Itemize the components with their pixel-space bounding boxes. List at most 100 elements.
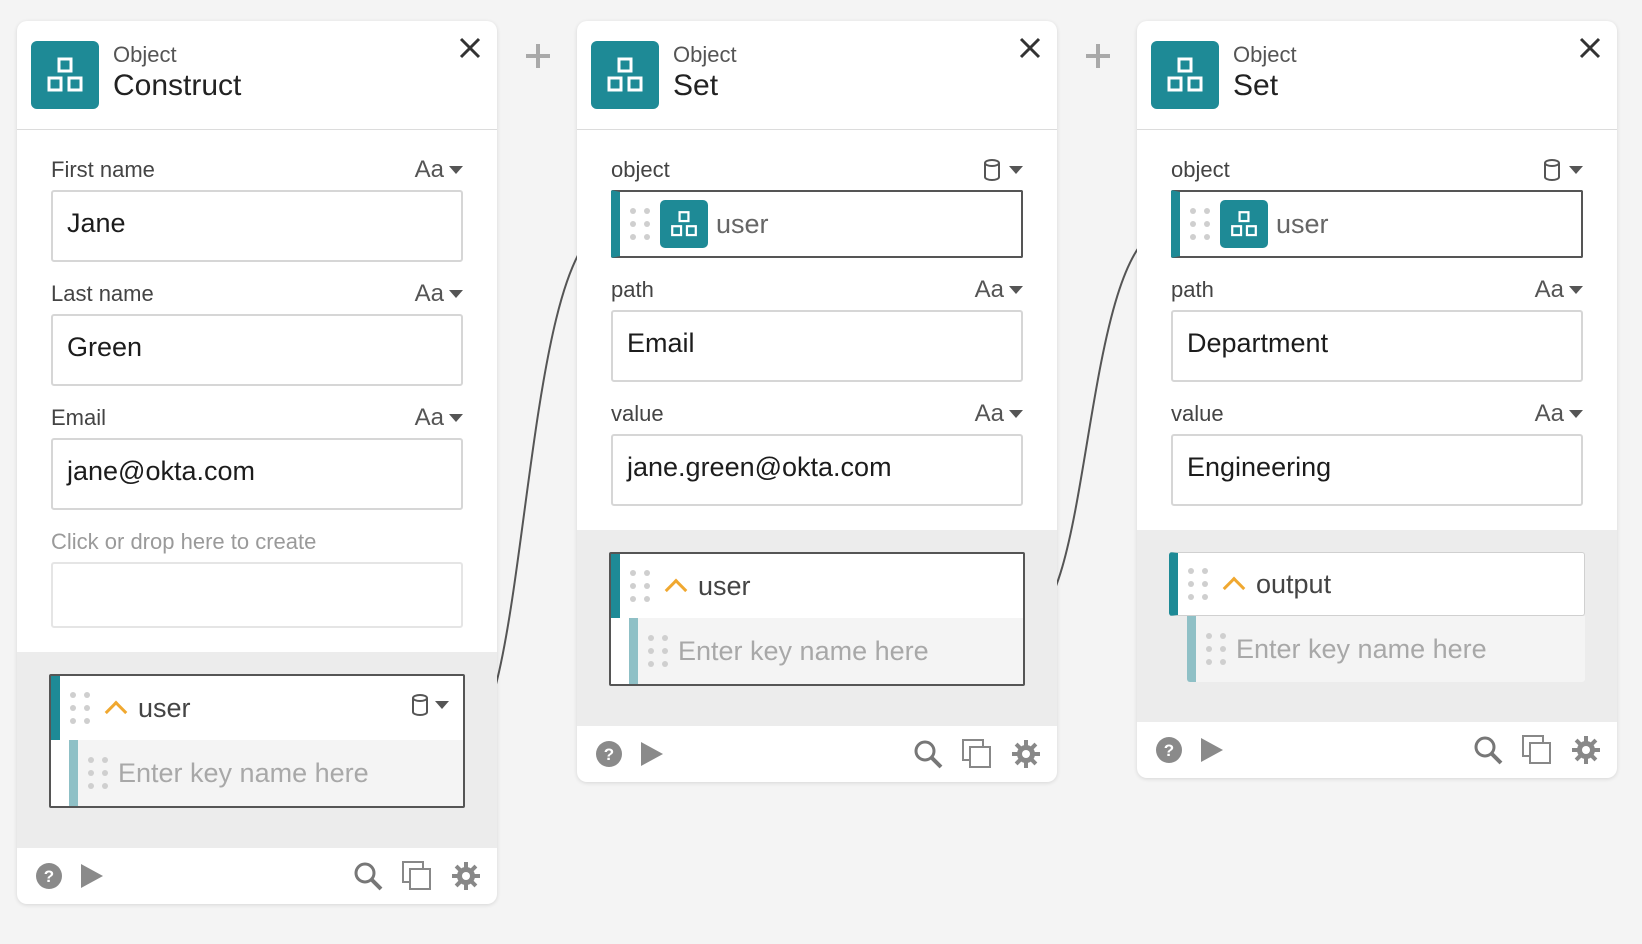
type-toggle[interactable]: Aa [1535,276,1583,304]
add-card-icon[interactable] [1086,44,1110,68]
add-card-icon[interactable] [526,44,550,68]
path-input[interactable]: Email [611,310,1023,382]
output-area: user Enter key name here [17,652,497,848]
type-toggle[interactable]: Aa [975,400,1023,428]
drag-handle-icon[interactable] [1188,568,1208,600]
key-name-input[interactable]: Enter key name here [69,740,463,806]
card-header: Object Set [1137,21,1617,130]
key-name-placeholder: Enter key name here [1236,633,1487,664]
caret-down-icon [449,166,463,174]
drag-handle-icon[interactable] [630,570,650,602]
help-icon[interactable]: ? [595,740,623,768]
card-header: Object Set [577,21,1057,130]
output-row-user[interactable]: user [611,554,1023,618]
caret-down-icon [449,290,463,298]
value-label: value [611,401,664,426]
collapse-chevron-icon[interactable] [1222,576,1246,600]
key-name-input[interactable]: Enter key name here [1187,616,1585,682]
card-header: Object Construct [17,21,497,130]
type-toggle-label: Aa [974,276,1004,303]
caret-down-icon [1009,286,1023,294]
search-icon[interactable] [353,861,383,891]
svg-text:?: ? [44,867,54,886]
value-input[interactable]: Engineering [1171,434,1583,506]
help-icon[interactable]: ? [1155,736,1183,764]
last-name-input[interactable]: Green [51,314,463,386]
collapse-chevron-icon[interactable] [664,578,688,602]
card-title: Set [673,69,719,102]
type-toggle[interactable]: Aa [1535,400,1583,428]
database-icon[interactable] [411,694,449,716]
copy-icon[interactable] [961,738,993,770]
output-group: user Enter key name here [49,674,465,808]
collapse-chevron-icon[interactable] [104,700,128,724]
search-icon[interactable] [1473,735,1503,765]
play-icon[interactable] [79,862,105,890]
object-icon [591,41,659,109]
create-field-hint: Click or drop here to create [51,529,317,554]
path-label: path [1171,277,1214,302]
object-ref-value: user [1276,208,1329,239]
drag-handle-icon[interactable] [70,692,90,724]
type-toggle-label: Aa [414,280,444,307]
close-icon[interactable] [457,35,483,61]
search-icon[interactable] [913,739,943,769]
gear-icon[interactable] [451,861,481,891]
object-ref-field[interactable]: user [1171,190,1583,258]
type-toggle-label: Aa [414,156,444,183]
path-input[interactable]: Department [1171,310,1583,382]
type-toggle[interactable]: Aa [415,404,463,432]
database-icon[interactable] [983,159,1023,181]
type-toggle-label: Aa [974,400,1004,427]
object-ref-value: user [716,208,769,239]
copy-icon[interactable] [1521,734,1553,766]
svg-text:?: ? [1164,741,1174,760]
card-object-set-2: Object Set object user path Aa Departmen… [1137,21,1617,778]
output-row-user[interactable]: user [51,676,463,740]
drag-handle-icon[interactable] [1190,208,1210,240]
drag-handle-icon [648,635,668,667]
type-toggle[interactable]: Aa [415,156,463,184]
caret-down-icon [1009,166,1023,174]
card-kicker: Object [1233,42,1297,67]
caret-down-icon [1009,410,1023,418]
object-icon [1151,41,1219,109]
caret-down-icon [435,701,449,709]
database-icon[interactable] [1543,159,1583,181]
output-row-output[interactable]: output [1169,552,1585,616]
object-ref-field[interactable]: user [611,190,1023,258]
object-icon [1220,200,1268,248]
drag-handle-icon[interactable] [630,208,650,240]
close-icon[interactable] [1577,35,1603,61]
key-name-placeholder: Enter key name here [118,757,369,788]
card-object-construct: Object Construct First name Aa Jane Last… [17,21,497,904]
gear-icon[interactable] [1571,735,1601,765]
gear-icon[interactable] [1011,739,1041,769]
value-label: value [1171,401,1224,426]
first-name-input[interactable]: Jane [51,190,463,262]
card-footer: ? [17,848,497,904]
type-toggle-label: Aa [414,404,444,431]
card-kicker: Object [113,42,177,67]
output-label: user [698,570,751,601]
type-toggle[interactable]: Aa [415,280,463,308]
type-toggle[interactable]: Aa [975,276,1023,304]
object-icon [660,200,708,248]
output-label: user [138,692,191,723]
play-icon[interactable] [1199,736,1225,764]
object-label: object [1171,157,1230,182]
copy-icon[interactable] [401,860,433,892]
help-icon[interactable]: ? [35,862,63,890]
email-input[interactable]: jane@okta.com [51,438,463,510]
play-icon[interactable] [639,740,665,768]
card-title: Set [1233,69,1279,102]
value-input[interactable]: jane.green@okta.com [611,434,1023,506]
key-name-placeholder: Enter key name here [678,635,929,666]
output-label: output [1256,568,1332,599]
card-object-set-1: Object Set object user path Aa Email val… [577,21,1057,782]
key-name-input[interactable]: Enter key name here [629,618,1023,684]
card-footer: ? [1137,722,1617,778]
create-field-dropzone[interactable] [51,562,463,628]
output-group: output Enter key name here [1169,552,1585,682]
close-icon[interactable] [1017,35,1043,61]
